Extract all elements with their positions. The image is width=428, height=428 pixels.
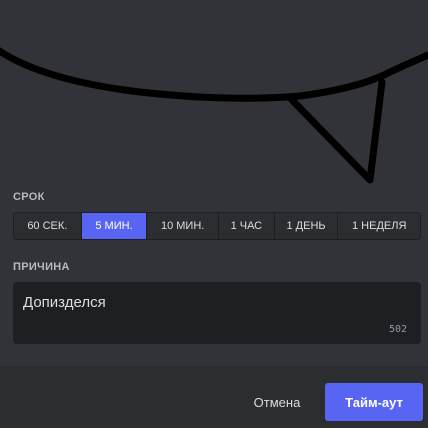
speech-bubble-illustration <box>0 47 428 184</box>
cancel-button[interactable]: Отмена <box>240 383 314 421</box>
duration-option-1-day[interactable]: 1 ДЕНЬ <box>275 213 339 239</box>
character-counter: 502 <box>388 324 407 335</box>
reason-label: ПРИЧИНА <box>13 261 70 273</box>
modal-footer: Отмена Тайм-аут <box>0 366 428 428</box>
duration-option-5-min[interactable]: 5 МИН. <box>81 213 148 239</box>
duration-selector: 60 СЕК. 5 МИН. 10 МИН. 1 ЧАС 1 ДЕНЬ 1 НЕ… <box>13 212 421 240</box>
reason-text: Допизделся <box>23 294 106 311</box>
duration-label: СРОК <box>13 191 45 203</box>
duration-option-1-hour[interactable]: 1 ЧАС <box>219 213 275 239</box>
timeout-button[interactable]: Тайм-аут <box>325 383 423 421</box>
duration-option-60-sec[interactable]: 60 СЕК. <box>14 213 82 239</box>
duration-option-1-week[interactable]: 1 НЕДЕЛЯ <box>338 213 420 239</box>
reason-input[interactable]: Допизделся 502 <box>13 282 421 344</box>
duration-option-10-min[interactable]: 10 МИН. <box>147 213 219 239</box>
